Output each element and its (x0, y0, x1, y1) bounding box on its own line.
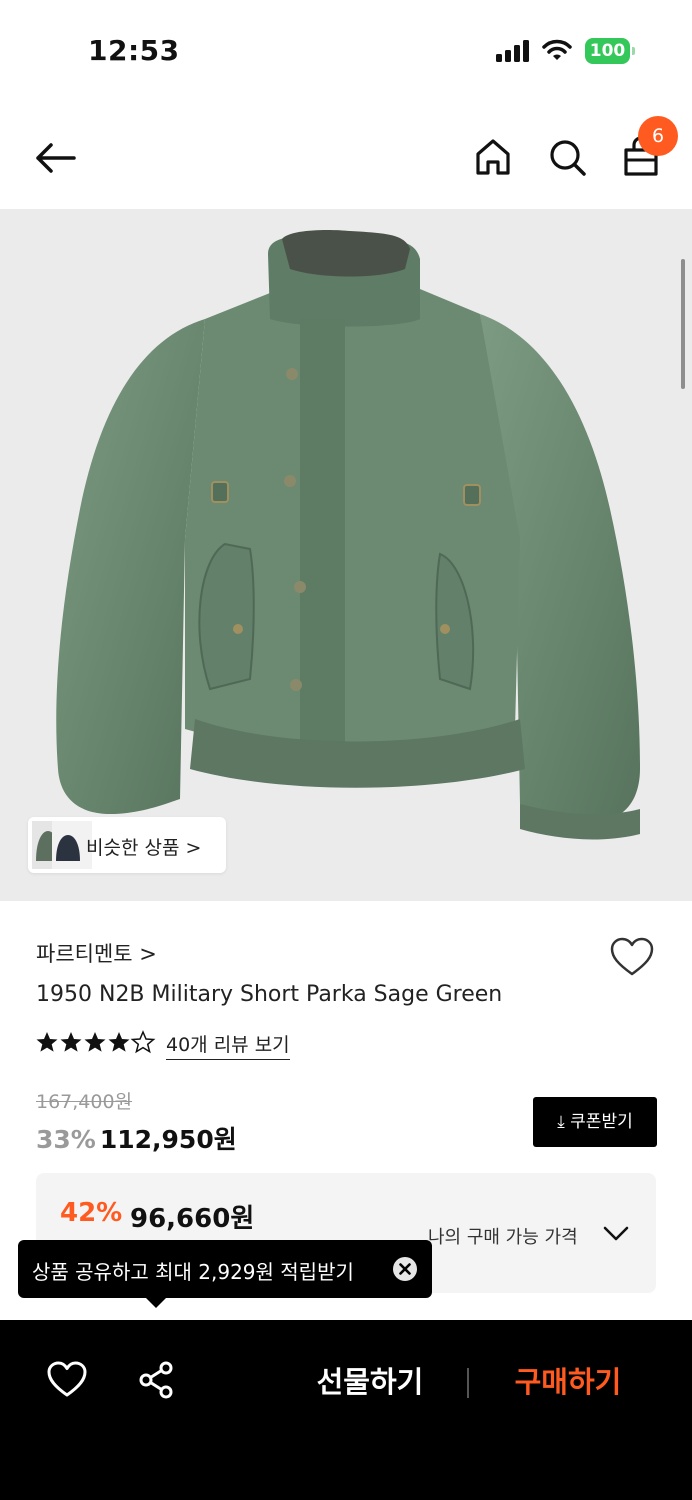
tooltip-arrow (146, 1298, 166, 1308)
back-button[interactable] (30, 138, 80, 178)
jacket-image (56, 229, 640, 840)
coupon-button[interactable]: ⤓ 쿠폰받기 (533, 1097, 657, 1147)
home-button[interactable] (472, 136, 514, 178)
original-price: 167,400원 (36, 1091, 133, 1113)
chevron-down-icon (603, 1226, 629, 1241)
gift-button[interactable]: 선물하기 (280, 1360, 460, 1404)
cart-count-badge: 6 (638, 116, 678, 156)
status-time: 12:53 (88, 34, 180, 67)
heart-icon (610, 937, 654, 976)
tooltip-text: 상품 공유하고 최대 2,929원 적립받기 (32, 1260, 354, 1284)
sale-price: 112,950원 (99, 1125, 237, 1154)
like-button[interactable] (46, 1360, 88, 1400)
battery-icon: 100 (585, 38, 635, 64)
similar-thumbnail (32, 821, 92, 869)
wifi-icon (542, 38, 572, 62)
heart-icon (47, 1361, 87, 1397)
bottom-action-bar: 선물하기 구매하기 (0, 1320, 692, 1500)
search-button[interactable] (546, 136, 588, 178)
status-bar: 12:53 100 (0, 0, 692, 100)
price-row: 33% 112,950원 (36, 1120, 237, 1156)
share-reward-tooltip: 상품 공유하고 최대 2,929원 적립받기 (18, 1240, 432, 1308)
star-rating-icon (36, 1031, 155, 1053)
battery-level: 100 (585, 38, 630, 64)
similar-products-button[interactable]: 비슷한 상품 > (28, 817, 226, 873)
product-image-gallery[interactable]: 비슷한 상품 > (0, 209, 692, 901)
home-icon (476, 139, 510, 175)
signal-icon (496, 40, 532, 62)
search-icon (550, 140, 586, 176)
wishlist-button[interactable] (608, 936, 656, 978)
divider (467, 1368, 469, 1398)
buy-button[interactable]: 구매하기 (478, 1360, 658, 1404)
my-price-label: 나의 구매 가능 가격 (428, 1227, 578, 1248)
my-price: 96,660원 (130, 1204, 255, 1234)
product-name: 1950 N2B Military Short Parka Sage Green (36, 982, 503, 1007)
similar-products-label: 비슷한 상품 > (86, 837, 202, 859)
my-discount-rate: 42% (60, 1198, 123, 1228)
share-icon (139, 1361, 173, 1399)
brand-link[interactable]: 파르티멘토 > (36, 938, 157, 968)
review-link[interactable]: 40개 리뷰 보기 (166, 1030, 290, 1060)
app-header: 6 (0, 110, 692, 206)
arrow-left-icon (36, 143, 76, 173)
close-icon[interactable] (393, 1257, 417, 1281)
share-button[interactable] (136, 1360, 178, 1400)
discount-rate: 33% (36, 1125, 96, 1154)
scroll-indicator[interactable] (681, 259, 685, 389)
